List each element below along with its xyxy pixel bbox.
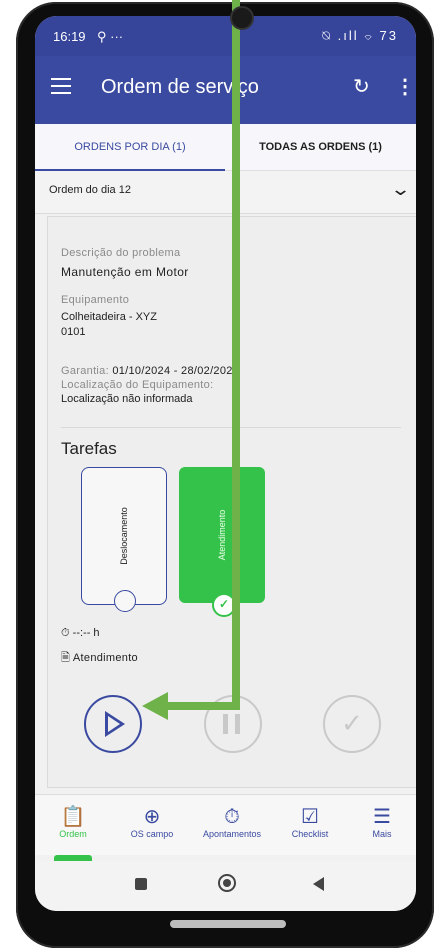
tab-all-orders[interactable]: TODAS AS ORDENS (1)	[225, 124, 416, 170]
play-icon-inner	[108, 716, 120, 732]
clipboard-plus-icon: ⊕	[143, 806, 161, 828]
app-screen: 16:19 ⚲ ··· ⍉ .ıll ⌔ 73 Ordem de serviço…	[35, 16, 416, 911]
tab-bar: ORDENS POR DIA (1) TODAS AS ORDENS (1)	[35, 124, 416, 171]
recents-icon[interactable]	[135, 878, 147, 890]
stopwatch-icon: ⏱	[61, 627, 70, 639]
status-left-icons: ⚲ ···	[97, 29, 124, 44]
divider	[61, 427, 401, 428]
more-vert-icon[interactable]: ⋮	[395, 74, 415, 99]
day-section-header[interactable]: Ordem do dia 12 ⌄	[35, 171, 416, 214]
warranty-row: Garantia: 01/10/2024 - 28/02/2025	[61, 365, 239, 377]
page-title: Ordem de serviço	[101, 76, 259, 98]
location-label: Localização do Equipamento:	[61, 379, 214, 391]
status-circle-icon	[114, 590, 136, 612]
warranty-label: Garantia:	[61, 365, 109, 377]
nav-label: Ordem	[59, 829, 87, 839]
current-task-label: Atendimento	[72, 652, 138, 664]
camera-icon	[230, 6, 254, 30]
check-icon: ✓	[341, 708, 363, 738]
timer-row: ⏱ --:-- h	[61, 627, 100, 640]
task-card-atendimento[interactable]: Atendimento ✓	[179, 467, 265, 617]
check-circle-icon: ✓	[212, 593, 236, 617]
menu-icon: ☰	[373, 806, 391, 828]
location-value: Localização não informada	[61, 393, 193, 405]
task-card-deslocamento[interactable]: Deslocamento	[81, 467, 167, 612]
checklist-icon: ☑	[301, 806, 319, 828]
nav-item-mais[interactable]: ☰ Mais	[347, 805, 416, 839]
equipment-value: Colheitadeira - XYZ	[61, 311, 157, 323]
stopwatch-icon: ⏱	[224, 806, 240, 828]
home-indicator	[170, 920, 286, 928]
problem-value: Manutenção em Motor	[61, 265, 189, 279]
nav-item-checklist[interactable]: ☑ Checklist	[275, 805, 345, 839]
app-bar: Ordem de serviço ↻ ⋮	[35, 56, 416, 124]
equipment-label: Equipamento	[61, 294, 130, 306]
status-right-icons: ⍉ .ıll ⌔ 73	[322, 28, 398, 43]
pause-button[interactable]	[204, 695, 262, 753]
problem-label: Descrição do problema	[61, 247, 181, 259]
nav-item-apontamentos[interactable]: ⏱ Apontamentos	[197, 805, 267, 839]
clipboard-icon: 📋	[60, 806, 86, 828]
finish-button[interactable]: ✓	[323, 695, 381, 753]
order-card: Descrição do problema Manutenção em Moto…	[47, 216, 416, 788]
nav-item-ordem[interactable]: 📋 Ordem	[38, 805, 108, 839]
nav-label: Apontamentos	[202, 829, 262, 839]
pause-icon	[223, 714, 228, 734]
nav-item-os-campo[interactable]: ⊕ OS campo	[117, 805, 187, 839]
pause-icon-bar	[235, 714, 240, 734]
tasks-heading: Tarefas	[61, 439, 117, 458]
task-label: Atendimento	[217, 509, 227, 561]
nav-label: Mais	[372, 829, 392, 839]
status-bar: 16:19 ⚲ ··· ⍉ .ıll ⌔ 73	[35, 16, 416, 56]
task-label: Deslocamento	[119, 507, 129, 565]
tab-orders-by-day[interactable]: ORDENS POR DIA (1)	[35, 124, 225, 170]
current-task-row: 🗎 Atendimento	[61, 649, 138, 668]
timer-value: --:-- h	[72, 627, 100, 639]
nav-label: Checklist	[291, 829, 329, 839]
back-icon[interactable]	[313, 877, 324, 891]
refresh-icon[interactable]: ↻	[353, 74, 370, 99]
bottom-nav: 📋 Ordem ⊕ OS campo ⏱ Apontamentos ☑ Chec…	[35, 794, 416, 861]
day-label: Ordem do dia 12	[49, 184, 131, 196]
warranty-value: 01/10/2024 - 28/02/2025	[112, 365, 240, 377]
document-icon: 🗎	[61, 652, 71, 664]
home-icon[interactable]	[218, 874, 236, 892]
chevron-down-icon[interactable]: ⌄	[390, 179, 411, 200]
system-nav-bar	[35, 861, 416, 911]
play-button[interactable]	[84, 695, 142, 753]
nav-label: OS campo	[130, 829, 174, 839]
equipment-code: 0101	[61, 326, 86, 338]
status-time: 16:19	[53, 29, 86, 44]
menu-icon[interactable]	[51, 78, 71, 94]
